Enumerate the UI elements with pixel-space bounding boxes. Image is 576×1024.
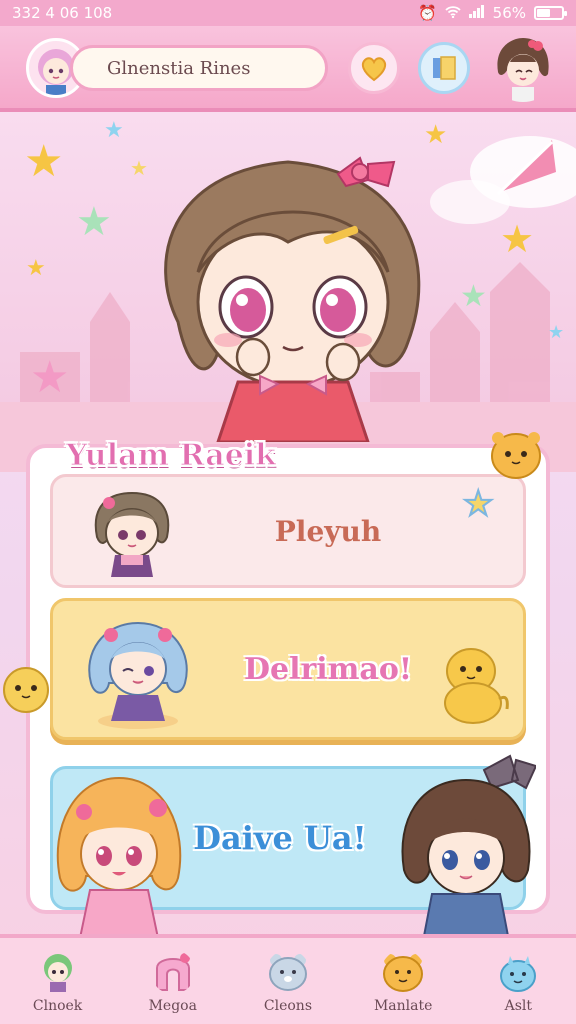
option-button-play[interactable]: Pleyuh ★: [50, 474, 526, 588]
nav-item-clnoek[interactable]: Clnoek: [8, 950, 108, 1014]
wifi-icon: [445, 4, 461, 22]
blue-creature-icon: [500, 956, 537, 992]
nav-item-cleons[interactable]: Cleons: [238, 950, 338, 1014]
option-label: Daive Ua!: [193, 819, 367, 857]
game-title: Glnenstia Rines: [107, 57, 251, 79]
yellow-bear-icon: [383, 954, 424, 992]
game-title-pill: Glnenstia Rines: [70, 45, 328, 91]
book-icon: [433, 56, 456, 80]
star-icon: ★: [26, 256, 46, 281]
star-icon: ★: [24, 136, 64, 187]
menu-title: Yulam Raeik: [66, 438, 277, 474]
option-label: Pleyuh: [274, 514, 382, 548]
star-icon: ★: [500, 217, 535, 261]
battery-icon: [534, 6, 567, 20]
star-icon: ★: [104, 118, 124, 143]
nav-label: Manlate: [373, 998, 433, 1014]
heart-icon: [361, 57, 387, 82]
alarm-icon: ⏰: [417, 4, 437, 22]
pink-arch-icon: [155, 953, 190, 991]
brown-hair-chibi-icon: [94, 491, 170, 577]
nav-item-aslt[interactable]: Aslt: [468, 950, 568, 1014]
green-hair-chibi-icon: [43, 954, 72, 992]
yellow-mascot-icon: [491, 432, 541, 479]
star-icon: ★: [424, 120, 448, 150]
star-icon: ★: [548, 322, 565, 343]
scene-background: ★ ★ ★ ★ ★ ★ ★ ★ ★ ★: [0, 112, 576, 472]
header-bar: Glnenstia Rines: [0, 26, 576, 112]
star-icon: ★: [462, 484, 494, 524]
option-label: Delrimao!: [243, 651, 413, 687]
yellow-mascot-icon: [3, 667, 49, 713]
option-button-delrimao[interactable]: Delrimao!: [50, 598, 526, 740]
nav-label: Cleons: [263, 998, 313, 1014]
main-character-portrait: [164, 156, 421, 442]
blue-hair-chibi-icon: [88, 621, 188, 729]
status-time: 332 4 06 108: [12, 4, 113, 22]
bottom-nav: Clnoek Megoa Cleons Manlate Aslt: [0, 934, 576, 1024]
dark-hair-chibi-icon: [401, 754, 536, 936]
signal-icon: [468, 4, 485, 22]
nav-label: Clnoek: [32, 998, 83, 1014]
nav-item-manlate[interactable]: Manlate: [353, 950, 453, 1014]
star-icon: ★: [130, 156, 148, 180]
orange-hair-chibi-icon: [56, 776, 182, 938]
friend-avatar[interactable]: [488, 32, 558, 102]
nav-label: Aslt: [504, 998, 533, 1014]
favorites-button[interactable]: [348, 42, 400, 94]
gallery-button[interactable]: [418, 42, 470, 94]
status-bar: 332 4 06 108 ⏰ 56%: [0, 0, 576, 26]
star-icon: ★: [30, 352, 70, 403]
star-icon: ★: [460, 279, 487, 314]
star-icon: ★: [76, 199, 112, 245]
yellow-duck-icon: [444, 648, 509, 724]
nav-item-megoa[interactable]: Megoa: [123, 950, 223, 1014]
bear-face-icon: [268, 954, 307, 991]
nav-label: Megoa: [148, 998, 197, 1014]
battery-percent: 56%: [492, 4, 526, 22]
